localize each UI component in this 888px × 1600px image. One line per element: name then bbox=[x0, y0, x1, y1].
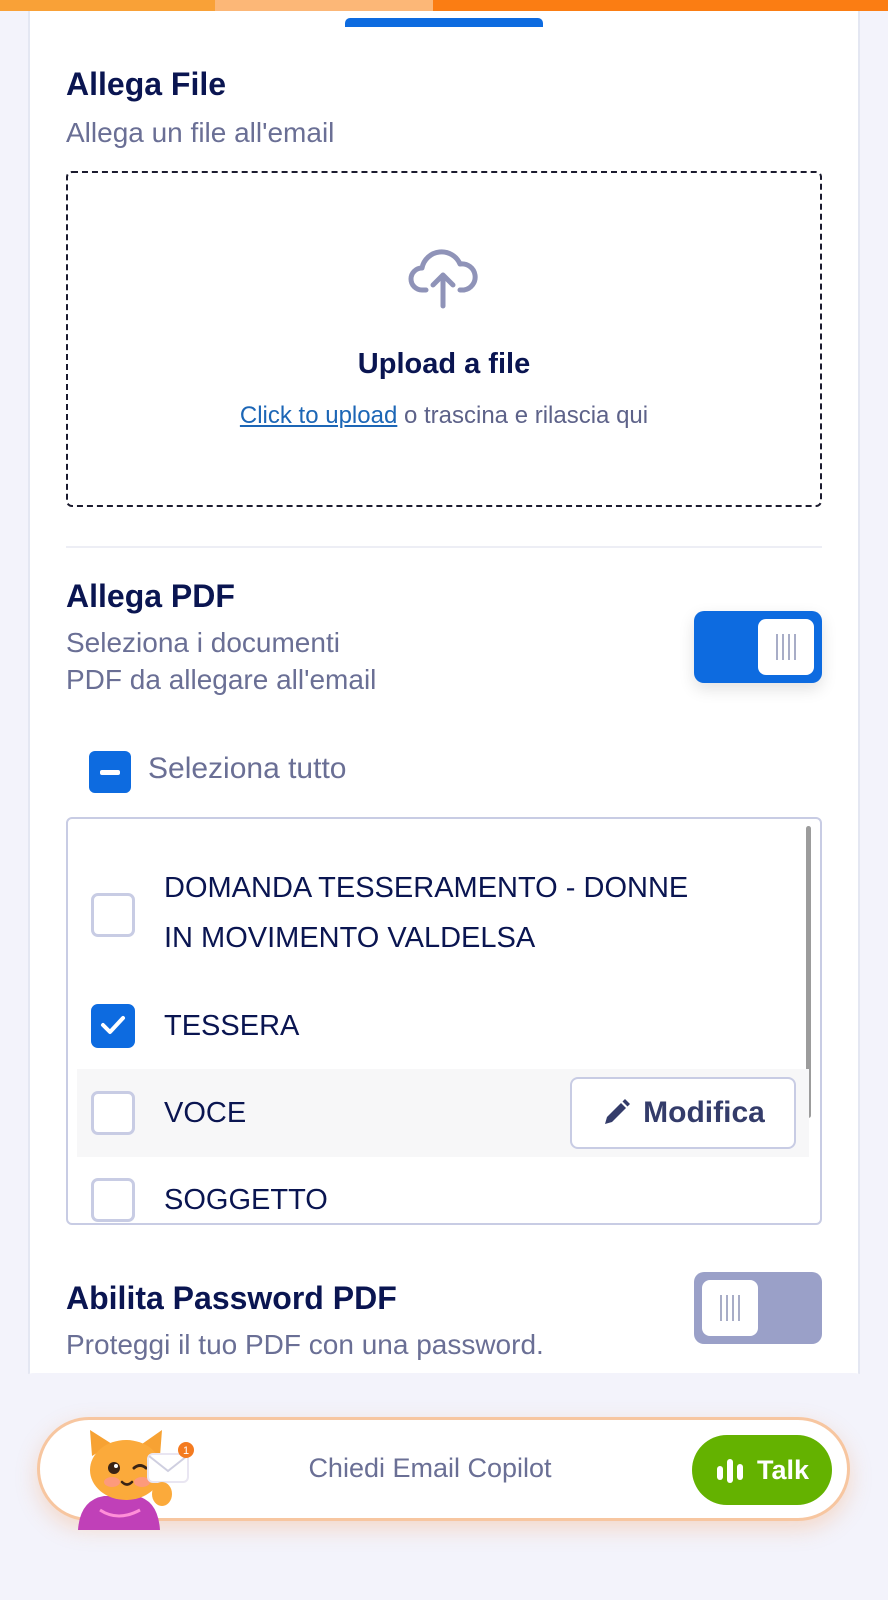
copilot-placeholder[interactable]: Chiedi Email Copilot bbox=[250, 1453, 610, 1484]
talk-label: Talk bbox=[756, 1454, 810, 1485]
pdf-password-title: Abilita Password PDF bbox=[66, 1280, 397, 1316]
file-dropzone[interactable] bbox=[66, 171, 822, 507]
cat-mascot-icon: 1 bbox=[78, 1430, 194, 1530]
toggle-knob bbox=[702, 1280, 758, 1336]
pdf-item-label: IN MOVIMENTO VALDELSA bbox=[164, 922, 536, 954]
attach-file-subtitle: Allega un file all'email bbox=[66, 117, 335, 148]
attach-pdf-subtitle-line2: PDF da allegare all'email bbox=[66, 664, 377, 695]
pdf-password-toggle[interactable] bbox=[694, 1272, 822, 1344]
pdf-item-checkbox[interactable] bbox=[91, 1091, 135, 1135]
pdf-item-checkbox[interactable] bbox=[91, 893, 135, 937]
pdf-password-subtitle: Proteggi il tuo PDF con una password. bbox=[66, 1329, 544, 1360]
pdf-item-label: DOMANDA TESSERAMENTO - DONNE bbox=[164, 872, 689, 904]
select-all-checkbox[interactable] bbox=[89, 751, 131, 793]
pdf-item-label: TESSERA bbox=[164, 1010, 300, 1042]
top-progress-bar bbox=[0, 0, 888, 11]
toggle-knob bbox=[758, 619, 814, 675]
svg-text:1: 1 bbox=[183, 1445, 189, 1457]
grip-icon bbox=[720, 1295, 740, 1321]
audio-bars-icon bbox=[716, 1459, 743, 1483]
cloud-upload-icon bbox=[408, 249, 478, 309]
attach-pdf-toggle[interactable] bbox=[694, 611, 822, 683]
edit-label: Modifica bbox=[643, 1096, 765, 1129]
edit-pdf-button[interactable]: Modifica bbox=[570, 1077, 796, 1149]
attach-pdf-title: Allega PDF bbox=[66, 578, 235, 614]
click-to-upload-link[interactable]: Click to upload bbox=[240, 402, 397, 429]
pdf-item-checkbox[interactable] bbox=[91, 1004, 135, 1048]
pdf-item-label: VOCE bbox=[164, 1097, 247, 1129]
attach-pdf-subtitle-line1: Seleziona i documenti bbox=[66, 627, 340, 658]
check-icon bbox=[101, 1016, 125, 1034]
section-divider bbox=[66, 546, 822, 548]
pencil-icon bbox=[605, 1099, 631, 1124]
upload-instructions: Click to upload o trascina e rilascia qu… bbox=[66, 402, 822, 430]
select-all-label: Seleziona tutto bbox=[148, 752, 347, 785]
talk-button[interactable]: Talk bbox=[692, 1435, 832, 1505]
active-tab-indicator bbox=[345, 18, 543, 27]
pdf-item-checkbox[interactable] bbox=[91, 1178, 135, 1222]
attach-file-title: Allega File bbox=[66, 66, 227, 102]
drag-drop-text: o trascina e rilascia qui bbox=[397, 402, 649, 429]
upload-title: Upload a file bbox=[357, 348, 531, 380]
grip-icon bbox=[776, 634, 796, 660]
pdf-item-label: SOGGETTO bbox=[164, 1184, 328, 1216]
